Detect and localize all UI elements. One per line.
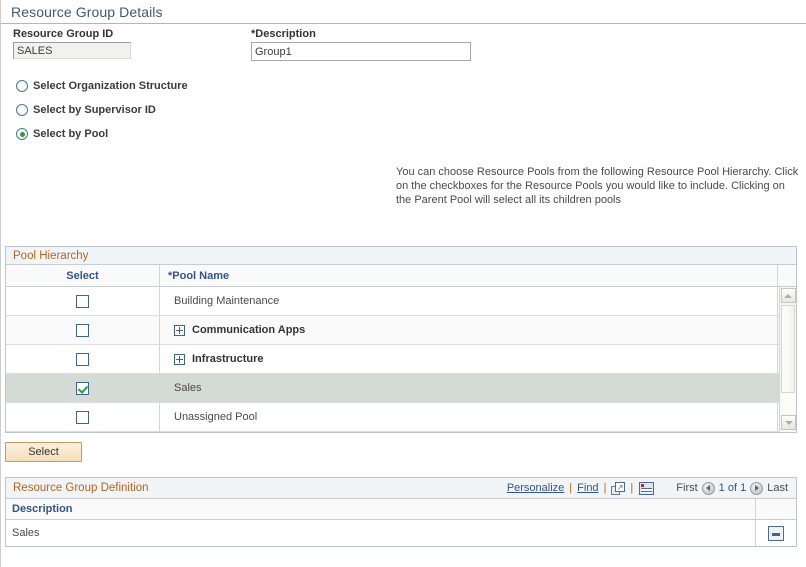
- radio-organization-structure-icon[interactable]: [16, 80, 28, 92]
- instructional-text: You can choose Resource Pools from the f…: [396, 166, 799, 206]
- scroll-up-icon[interactable]: [780, 288, 796, 303]
- column-header-pool-name: *Pool Name: [160, 265, 778, 286]
- pool-hierarchy-rows: Building Maintenance Communication Apps …: [6, 287, 796, 432]
- resource-group-id-field: Resource Group ID: [13, 28, 131, 59]
- toolbar-separator: |: [569, 482, 573, 494]
- resource-group-id-input[interactable]: [13, 42, 131, 59]
- checkbox-unassigned-pool[interactable]: [76, 410, 89, 424]
- checkbox-building-maintenance[interactable]: [76, 294, 89, 308]
- description-label: *Description: [251, 28, 471, 40]
- pool-grid-vertical-scrollbar[interactable]: [779, 287, 796, 432]
- row-pool-name-cell: Building Maintenance: [160, 287, 778, 315]
- option-label-supervisor-id: Select by Supervisor ID: [33, 104, 156, 116]
- scroll-down-icon[interactable]: [781, 415, 796, 430]
- row-select-cell: [6, 403, 160, 431]
- column-header-description: Description: [6, 499, 756, 519]
- find-link[interactable]: Find: [577, 482, 598, 494]
- pool-name-label: Communication Apps: [192, 324, 306, 336]
- table-row[interactable]: Infrastructure: [6, 345, 796, 374]
- expand-plus-icon[interactable]: [174, 353, 185, 365]
- row-select-cell: [6, 374, 160, 402]
- definition-header-row: Description: [6, 499, 796, 520]
- table-row[interactable]: Communication Apps: [6, 316, 796, 345]
- selection-mode-options: Select Organization Structure Select by …: [0, 70, 806, 144]
- resource-group-id-label: Resource Group ID: [13, 28, 114, 40]
- radio-supervisor-id-icon[interactable]: [16, 104, 28, 116]
- pool-hierarchy-caption: Pool Hierarchy: [6, 247, 796, 265]
- pager-count-label: 1 of 1: [718, 482, 747, 494]
- row-pool-name-cell: Unassigned Pool: [160, 403, 778, 431]
- previous-page-icon[interactable]: [701, 481, 715, 495]
- definition-action-cell: [756, 520, 796, 546]
- pool-name-label: Unassigned Pool: [174, 411, 258, 423]
- column-header-select: Select: [6, 265, 160, 286]
- pool-hierarchy-caption-text: Pool Hierarchy: [13, 249, 89, 262]
- next-page-icon[interactable]: [750, 481, 764, 495]
- view-all-icon[interactable]: ↗: [611, 481, 626, 495]
- expand-plus-icon[interactable]: [174, 324, 185, 336]
- table-row[interactable]: Building Maintenance: [6, 287, 796, 316]
- pool-hierarchy-grid: Pool Hierarchy Select *Pool Name Buildin…: [5, 246, 797, 433]
- page-header: Resource Group Details: [0, 0, 806, 24]
- checkbox-sales[interactable]: [76, 381, 89, 395]
- row-pool-name-cell: Communication Apps: [160, 316, 778, 344]
- option-label-organization-structure: Select Organization Structure: [33, 80, 188, 92]
- radio-select-by-pool-icon[interactable]: [16, 128, 28, 140]
- page-title: Resource Group Details: [11, 3, 163, 20]
- row-pool-name-cell: Infrastructure: [160, 345, 778, 373]
- delete-row-minus-button[interactable]: [768, 525, 784, 541]
- pool-name-label: Sales: [174, 382, 202, 394]
- row-select-cell: [6, 345, 160, 373]
- definition-toolbar: Personalize | Find | ↗ | First 1 of 1 La…: [507, 478, 788, 498]
- checkbox-communication-apps[interactable]: [76, 323, 89, 337]
- top-fields-area: Resource Group ID *Description: [0, 24, 806, 70]
- table-row[interactable]: Sales: [6, 520, 796, 546]
- resource-group-definition-grid: Resource Group Definition Personalize | …: [5, 477, 797, 547]
- option-select-by-pool[interactable]: Select by Pool: [1, 122, 806, 146]
- select-button[interactable]: Select: [5, 442, 82, 462]
- personalize-link[interactable]: Personalize: [507, 482, 564, 494]
- table-row[interactable]: Unassigned Pool: [6, 403, 796, 432]
- column-header-scroll-spacer: [778, 265, 796, 286]
- pool-hierarchy-header-row: Select *Pool Name: [6, 265, 796, 287]
- toolbar-separator: |: [603, 482, 607, 494]
- pager-last-label[interactable]: Last: [767, 482, 788, 494]
- row-select-cell: [6, 316, 160, 344]
- row-select-cell: [6, 287, 160, 315]
- pager-first-label[interactable]: First: [676, 482, 697, 494]
- pool-name-label: Building Maintenance: [174, 295, 280, 307]
- option-select-organization-structure[interactable]: Select Organization Structure: [1, 74, 806, 98]
- table-row[interactable]: Sales: [6, 374, 796, 403]
- option-select-by-supervisor-id[interactable]: Select by Supervisor ID: [1, 98, 806, 122]
- definition-caption-text: Resource Group Definition: [13, 482, 149, 494]
- description-label-text: Description: [255, 28, 316, 40]
- description-input[interactable]: [251, 42, 471, 61]
- description-field: *Description: [251, 28, 471, 61]
- checkbox-infrastructure[interactable]: [76, 352, 89, 366]
- download-spreadsheet-icon[interactable]: [639, 481, 655, 495]
- row-pool-name-cell: Sales: [160, 374, 778, 402]
- option-label-select-by-pool: Select by Pool: [33, 128, 109, 140]
- scrollbar-thumb[interactable]: [781, 305, 795, 393]
- definition-caption-bar: Resource Group Definition Personalize | …: [6, 478, 796, 499]
- pool-name-label: Infrastructure: [192, 353, 264, 365]
- toolbar-separator: |: [630, 482, 634, 494]
- pager: First 1 of 1 Last: [676, 481, 788, 495]
- definition-description-cell: Sales: [6, 520, 756, 546]
